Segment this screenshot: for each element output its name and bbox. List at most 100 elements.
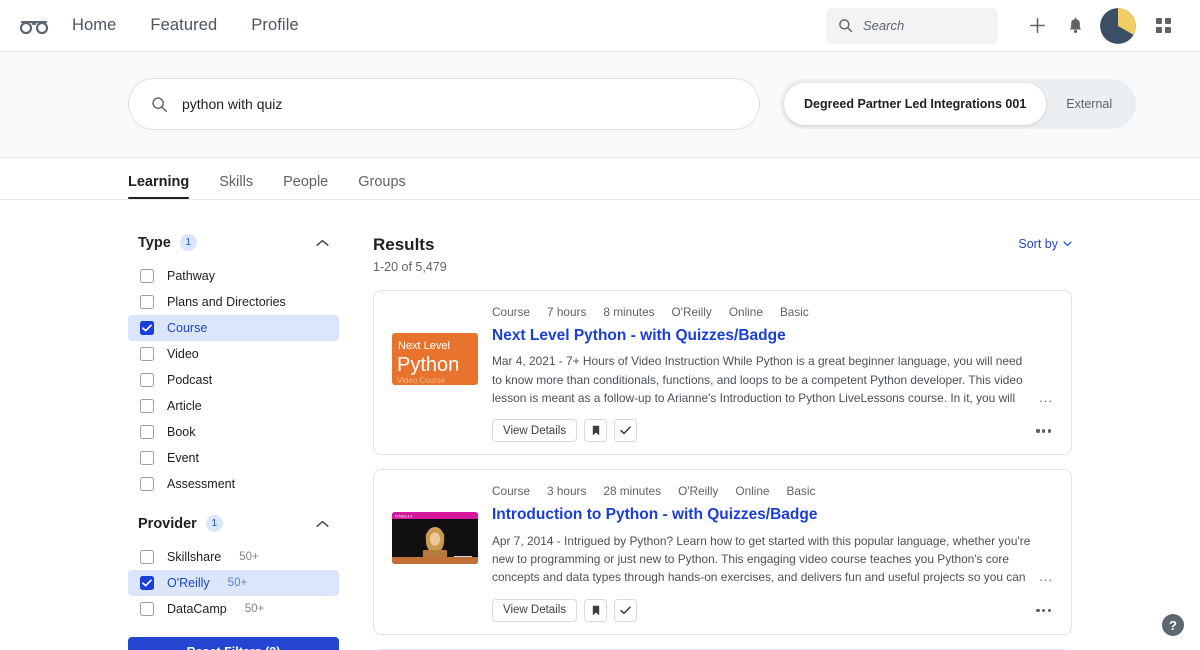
filter-item-plans-and-directories[interactable]: Plans and Directories	[128, 289, 339, 315]
meta-format: Online	[735, 484, 770, 499]
nav-link-featured[interactable]: Featured	[150, 16, 217, 35]
meta-hours: 7 hours	[547, 305, 587, 320]
filters-sidebar: Type 1 Pathway Plans and Directories Cou…	[128, 234, 339, 650]
filter-count-oreilly: 50+	[227, 577, 248, 589]
checkbox-datacamp[interactable]	[140, 602, 154, 616]
add-content-button[interactable]	[1018, 7, 1056, 45]
result-description-text: Mar 4, 2021 - 7+ Hours of Video Instruct…	[492, 354, 1023, 405]
filter-item-article[interactable]: Article	[128, 393, 339, 419]
results-count: 1-20 of 5,479	[373, 260, 447, 275]
meta-level: Basic	[779, 305, 809, 320]
checkbox-course[interactable]	[140, 321, 154, 335]
result-card[interactable]: Next Level Python Video Course Course 7 …	[373, 290, 1072, 456]
view-details-button[interactable]: View Details	[492, 419, 578, 443]
checkbox-book[interactable]	[140, 425, 154, 439]
checkbox-pathway[interactable]	[140, 269, 154, 283]
bookmark-button[interactable]	[584, 598, 608, 622]
chevron-up-icon[interactable]	[316, 239, 329, 247]
filter-item-course[interactable]: Course	[128, 315, 339, 341]
filter-item-skillshare[interactable]: Skillshare 50+	[128, 544, 339, 570]
result-card-body: Course 7 hours 8 minutes O'Reilly Online…	[492, 305, 1053, 443]
notifications-button[interactable]	[1056, 7, 1094, 45]
search-icon	[152, 96, 168, 112]
page-content: Type 1 Pathway Plans and Directories Cou…	[0, 200, 1200, 650]
filter-item-datacamp[interactable]: DataCamp 50+	[128, 596, 339, 622]
filter-count-datacamp: 50+	[244, 603, 265, 615]
description-truncation-ellipsis[interactable]: ...	[1036, 387, 1053, 408]
checkbox-assessment[interactable]	[140, 477, 154, 491]
reset-filters-button[interactable]: Reset Filters (2)	[128, 637, 339, 650]
meta-format: Online	[728, 305, 763, 320]
user-avatar[interactable]	[1100, 7, 1136, 44]
filter-label-plans-and-directories: Plans and Directories	[167, 295, 286, 309]
scope-option-internal[interactable]: Degreed Partner Led Integrations 001	[784, 83, 1047, 125]
nav-link-home[interactable]: Home	[72, 16, 116, 35]
filter-label-datacamp: DataCamp	[167, 602, 227, 616]
search-band: python with quiz Degreed Partner Led Int…	[0, 52, 1200, 158]
results-scroll-area[interactable]: Next Level Python Video Course Course 7 …	[373, 290, 1072, 650]
filter-item-oreilly[interactable]: O'Reilly 50+	[128, 570, 339, 596]
filter-item-assessment[interactable]: Assessment	[128, 471, 339, 497]
type-filter-count: 1	[179, 234, 197, 251]
checkbox-plans-and-directories[interactable]	[140, 295, 154, 309]
provider-filter-header[interactable]: Provider 1	[128, 515, 339, 532]
result-title-link[interactable]: Introduction to Python - with Quizzes/Ba…	[492, 505, 1053, 524]
help-button[interactable]: ?	[1162, 614, 1184, 636]
chevron-up-icon[interactable]	[316, 520, 329, 528]
more-options-icon[interactable]	[1034, 424, 1053, 437]
sort-by-dropdown[interactable]: Sort by	[1018, 237, 1072, 251]
checkbox-podcast[interactable]	[140, 373, 154, 387]
provider-filter-title: Provider	[138, 515, 197, 532]
filter-item-book[interactable]: Book	[128, 419, 339, 445]
top-navigation-bar: Home Featured Profile Search	[0, 0, 1200, 52]
filter-item-pathway[interactable]: Pathway	[128, 263, 339, 289]
filter-item-podcast[interactable]: Podcast	[128, 367, 339, 393]
checkbox-skillshare[interactable]	[140, 550, 154, 564]
svg-text:O'REILLY: O'REILLY	[395, 514, 413, 519]
nav-link-profile[interactable]: Profile	[251, 16, 298, 35]
tab-people[interactable]: People	[283, 174, 328, 199]
filter-item-event[interactable]: Event	[128, 445, 339, 471]
mark-complete-button[interactable]	[614, 598, 638, 622]
result-title-link[interactable]: Next Level Python - with Quizzes/Badge	[492, 326, 1053, 345]
scope-option-external[interactable]: External	[1046, 83, 1132, 125]
result-meta: Course 7 hours 8 minutes O'Reilly Online…	[492, 305, 1053, 319]
type-filter-list: Pathway Plans and Directories Course Vid…	[128, 263, 339, 497]
view-details-button[interactable]: View Details	[492, 598, 578, 622]
filter-label-event: Event	[167, 451, 199, 465]
tab-groups[interactable]: Groups	[358, 174, 406, 199]
provider-filter-count: 1	[205, 515, 223, 532]
result-card[interactable]: O'REILLY Course 3 hours 28 minutes O'Rei…	[373, 469, 1072, 635]
bookmark-button[interactable]	[584, 419, 608, 443]
checkbox-oreilly[interactable]	[140, 576, 154, 590]
tab-learning[interactable]: Learning	[128, 174, 190, 199]
tab-skills[interactable]: Skills	[219, 174, 253, 199]
result-card-body: Course 3 hours 28 minutes O'Reilly Onlin…	[492, 484, 1053, 622]
mark-complete-button[interactable]	[614, 419, 638, 443]
apps-launcher-button[interactable]	[1144, 7, 1182, 45]
description-truncation-ellipsis[interactable]: ...	[1036, 567, 1053, 587]
plus-icon	[1029, 18, 1045, 33]
meta-hours: 3 hours	[547, 484, 587, 499]
course-thumbnail[interactable]: O'REILLY	[392, 512, 478, 565]
checkbox-event[interactable]	[140, 451, 154, 465]
degreed-glasses-logo[interactable]	[14, 9, 54, 43]
kebab-dot	[1036, 608, 1040, 612]
search-band-inner: python with quiz Degreed Partner Led Int…	[0, 78, 1200, 130]
checkbox-article[interactable]	[140, 399, 154, 413]
next-level-python-cover: Next Level Python Video Course	[392, 333, 478, 386]
course-thumbnail[interactable]: Next Level Python Video Course	[392, 333, 478, 386]
checkbox-video[interactable]	[140, 347, 154, 361]
type-filter-header[interactable]: Type 1	[128, 234, 339, 251]
main-search-input[interactable]: python with quiz	[128, 78, 760, 130]
more-options-icon[interactable]	[1034, 604, 1053, 617]
header-search-input[interactable]: Search	[826, 7, 998, 44]
main-search-value: python with quiz	[182, 96, 283, 112]
filter-label-podcast: Podcast	[167, 373, 213, 387]
result-description: Mar 4, 2021 - 7+ Hours of Video Instruct…	[492, 352, 1053, 408]
result-description-text: Apr 7, 2014 - Intrigued by Python? Learn…	[492, 533, 1031, 585]
filter-item-video[interactable]: Video	[128, 341, 339, 367]
svg-text:Next Level: Next Level	[398, 340, 450, 352]
results-title: Results	[373, 235, 435, 254]
meta-type: Course	[492, 305, 531, 320]
